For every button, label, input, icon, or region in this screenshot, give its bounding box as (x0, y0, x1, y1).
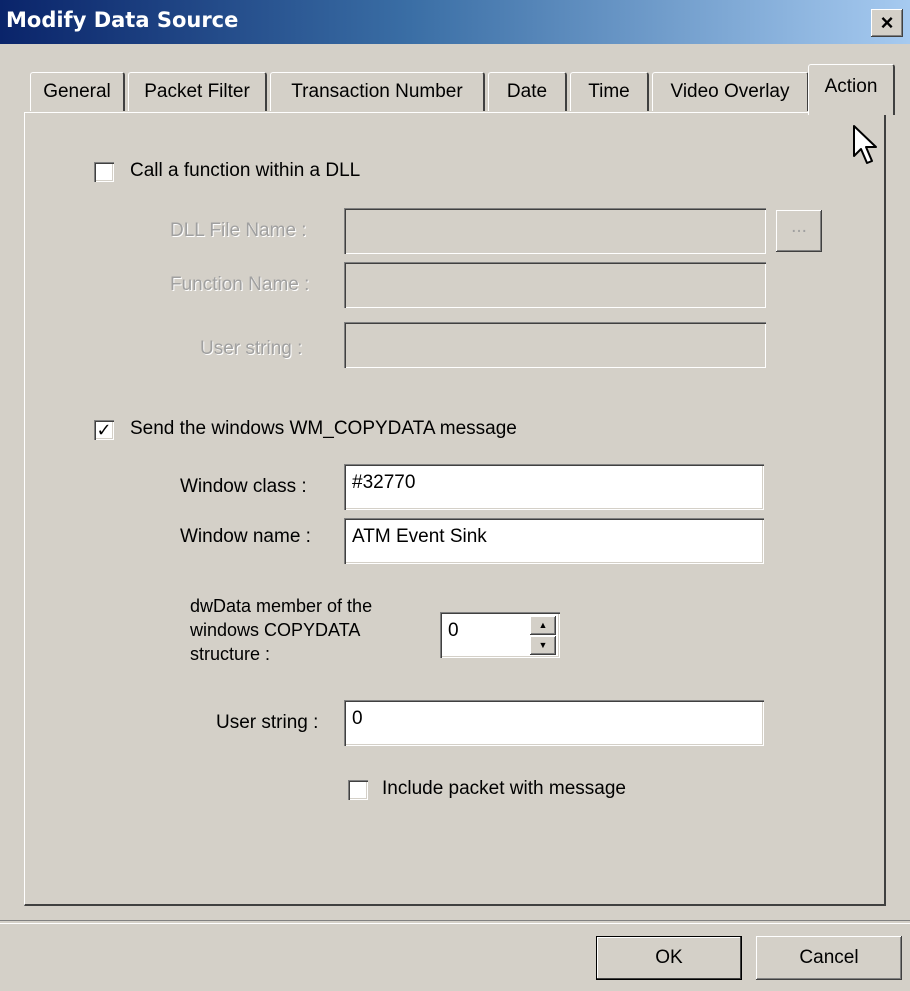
tab-label: Time (588, 81, 630, 102)
window-title: Modify Data Source (6, 8, 239, 32)
dll-file-name-label: DLL File Name : (170, 220, 307, 241)
tab-general[interactable]: General (30, 72, 125, 111)
close-icon: × (880, 10, 894, 35)
dwdata-label: dwData member of the windows COPYDATA st… (190, 594, 372, 666)
copydata-user-string-field[interactable]: 0 (344, 700, 764, 746)
tab-label: Date (506, 81, 548, 102)
copydata-user-string-label: User string : (216, 712, 319, 733)
tab-packet-filter[interactable]: Packet Filter (128, 72, 267, 111)
dll-user-string-label: User string : (200, 338, 303, 359)
cancel-button[interactable]: Cancel (756, 936, 902, 980)
browse-dll-button[interactable]: ... (776, 210, 822, 252)
tab-transaction-number[interactable]: Transaction Number (270, 72, 485, 111)
tab-label: Action (824, 76, 878, 97)
dwdata-value: 0 (448, 620, 459, 641)
dwdata-label-line: windows COPYDATA (190, 620, 361, 640)
window-name-label: Window name : (180, 526, 311, 547)
tab-date[interactable]: Date (488, 72, 567, 111)
call-dll-checkbox[interactable] (94, 162, 114, 182)
ok-button[interactable]: OK (596, 936, 742, 980)
spin-up-button[interactable]: ▲ (530, 616, 556, 635)
tab-label: Transaction Number (291, 81, 463, 102)
window-class-label: Window class : (180, 476, 307, 497)
divider (0, 920, 910, 924)
function-name-field[interactable] (344, 262, 766, 308)
title-bar: Modify Data Source × (0, 0, 910, 44)
chevron-down-icon: ▼ (538, 640, 548, 650)
dwdata-label-line: dwData member of the (190, 596, 373, 616)
close-button[interactable]: × (871, 9, 903, 37)
checkmark-icon: ✓ (96, 420, 112, 440)
dwdata-label-line: structure : (190, 644, 271, 664)
tab-label: General (43, 81, 111, 102)
function-name-label: Function Name : (170, 274, 310, 295)
tab-action[interactable]: Action (808, 64, 895, 115)
tab-video-overlay[interactable]: Video Overlay (652, 72, 809, 111)
send-copydata-label: Send the windows WM_COPYDATA message (130, 418, 517, 439)
include-packet-checkbox[interactable] (348, 780, 368, 800)
tab-time[interactable]: Time (570, 72, 649, 111)
mouse-cursor-icon (853, 125, 877, 164)
include-packet-label: Include packet with message (382, 778, 626, 799)
dll-file-name-field[interactable] (344, 208, 766, 254)
dll-user-string-field[interactable] (344, 322, 766, 368)
spin-down-button[interactable]: ▼ (530, 636, 556, 655)
send-copydata-checkbox[interactable]: ✓ (94, 420, 114, 440)
chevron-up-icon: ▲ (538, 620, 548, 630)
call-dll-label: Call a function within a DLL (130, 160, 361, 181)
window-name-field[interactable]: ATM Event Sink (344, 518, 764, 564)
tab-label: Packet Filter (144, 81, 250, 102)
window-class-field[interactable]: #32770 (344, 464, 764, 510)
tab-label: Video Overlay (670, 81, 790, 102)
